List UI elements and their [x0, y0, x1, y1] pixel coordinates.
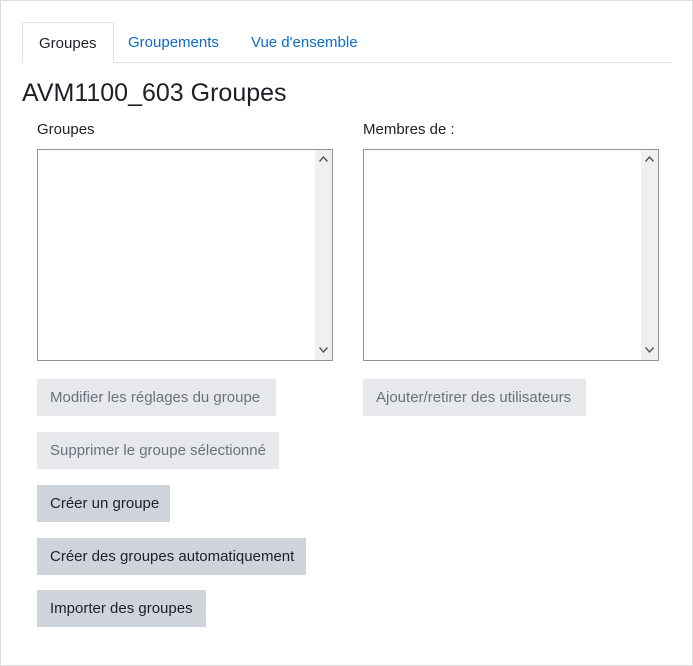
groups-listbox[interactable]: [37, 149, 333, 361]
scroll-up-arrow-icon[interactable]: [315, 152, 332, 167]
import-groups-button[interactable]: Importer des groupes: [37, 590, 206, 627]
members-listbox[interactable]: [363, 149, 659, 361]
page-title: AVM1100_603 Groupes: [22, 79, 287, 107]
tab-groupements[interactable]: Groupements: [112, 22, 235, 62]
scroll-down-arrow-icon[interactable]: [641, 343, 658, 358]
groups-listbox-scrollbar[interactable]: [315, 150, 332, 360]
create-group-button[interactable]: Créer un groupe: [37, 485, 170, 522]
delete-selected-group-button[interactable]: Supprimer le groupe sélectionné: [37, 432, 279, 469]
tab-vue-ensemble[interactable]: Vue d'ensemble: [235, 22, 374, 62]
auto-create-groups-button[interactable]: Créer des groupes automatiquement: [37, 538, 306, 575]
groups-label: Groupes: [37, 121, 95, 138]
members-label: Membres de :: [363, 121, 455, 138]
add-remove-users-button[interactable]: Ajouter/retirer des utilisateurs: [363, 379, 586, 416]
edit-group-settings-button[interactable]: Modifier les réglages du groupe: [37, 379, 276, 416]
scroll-down-arrow-icon[interactable]: [315, 343, 332, 358]
tab-groupes[interactable]: Groupes: [22, 22, 114, 63]
scroll-up-arrow-icon[interactable]: [641, 152, 658, 167]
tab-bar: Groupes Groupements Vue d'ensemble: [22, 22, 672, 63]
members-listbox-scrollbar[interactable]: [641, 150, 658, 360]
groups-page: Groupes Groupements Vue d'ensemble AVM11…: [0, 0, 693, 666]
